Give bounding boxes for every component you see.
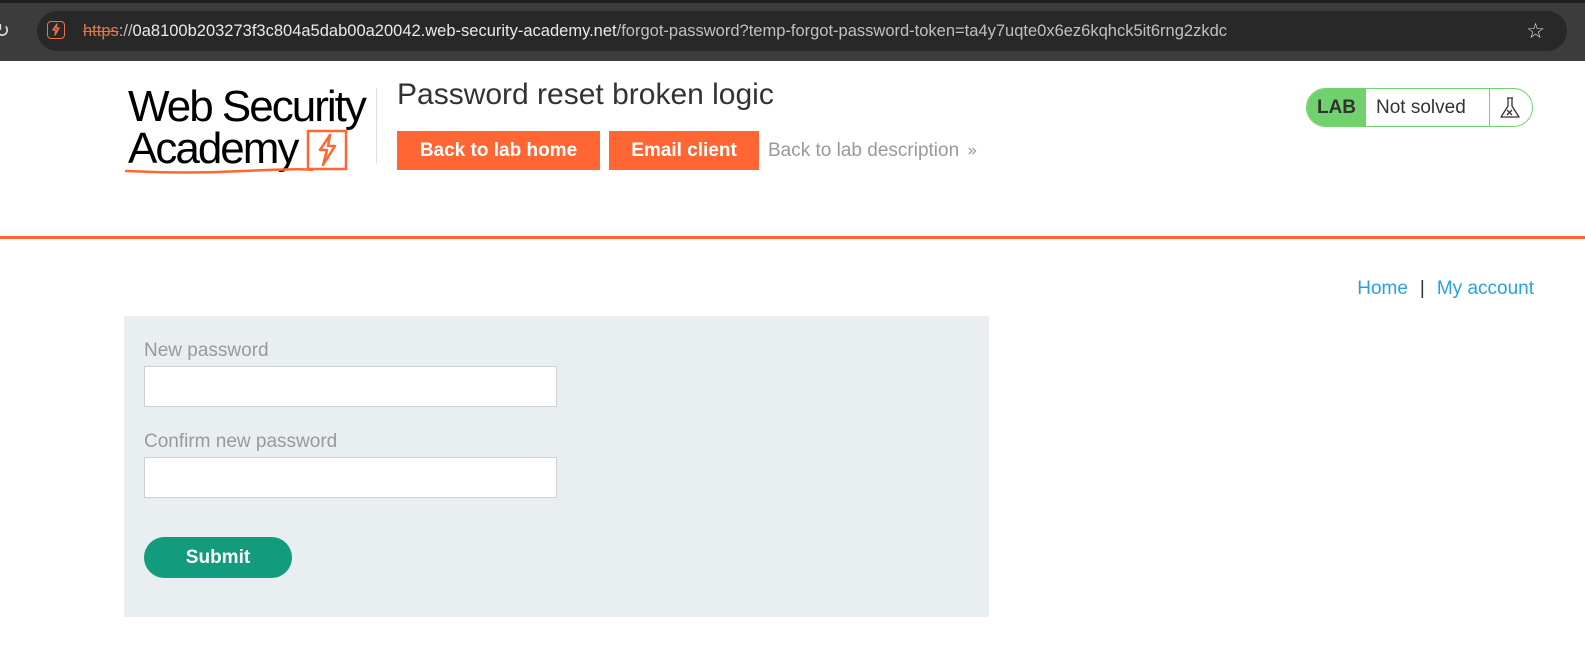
new-password-input[interactable]	[144, 366, 557, 407]
flask-icon	[1500, 97, 1520, 118]
site-info-icon[interactable]	[47, 21, 65, 39]
chevron-right-icon: »	[967, 141, 978, 161]
confirm-password-input[interactable]	[144, 457, 557, 498]
logo-swoosh-icon	[124, 167, 314, 174]
url-path: /forgot-password?temp-forgot-password-to…	[616, 22, 1228, 40]
account-nav: Home | My account	[1357, 278, 1534, 300]
email-client-button[interactable]: Email client	[609, 131, 759, 170]
url-separator: ://	[118, 22, 133, 40]
lab-status-separator	[1489, 89, 1490, 126]
back-to-lab-home-button[interactable]: Back to lab home	[397, 131, 600, 170]
my-account-link[interactable]: My account	[1437, 278, 1534, 299]
confirm-password-label: Confirm new password	[144, 431, 338, 452]
url-text[interactable]: https://0a8100b203273f3c804a5dab00a20042…	[83, 21, 1227, 41]
reset-password-form: New password Confirm new password Submit	[124, 316, 989, 617]
submit-button[interactable]: Submit	[144, 537, 292, 578]
back-to-lab-description-label: Back to lab description	[768, 140, 960, 161]
lab-title: Password reset broken logic	[397, 78, 774, 111]
address-bar[interactable]: https://0a8100b203273f3c804a5dab00a20042…	[37, 11, 1567, 51]
reload-icon[interactable]: ↻	[0, 21, 14, 41]
back-to-lab-description-link[interactable]: Back to lab description »	[768, 140, 978, 162]
header-divider	[376, 88, 377, 164]
url-scheme: https	[83, 22, 119, 40]
header-rule	[0, 236, 1585, 239]
home-link[interactable]: Home	[1357, 278, 1408, 299]
lab-badge: LAB	[1307, 89, 1366, 126]
url-host: 0a8100b203273f3c804a5dab00a20042.web-sec…	[132, 22, 617, 40]
browser-toolbar: ↻ https://0a8100b203273f3c804a5dab00a200…	[0, 0, 1585, 61]
lab-status-text: Not solved	[1376, 97, 1466, 118]
new-password-label: New password	[144, 340, 269, 361]
web-security-academy-logo[interactable]: Web Security Academy	[124, 84, 376, 180]
browser-tab-strip	[0, 0, 1585, 3]
lab-status-widget: LAB Not solved	[1306, 88, 1533, 127]
star-icon[interactable]: ☆	[1526, 19, 1545, 43]
nav-separator: |	[1419, 278, 1425, 299]
